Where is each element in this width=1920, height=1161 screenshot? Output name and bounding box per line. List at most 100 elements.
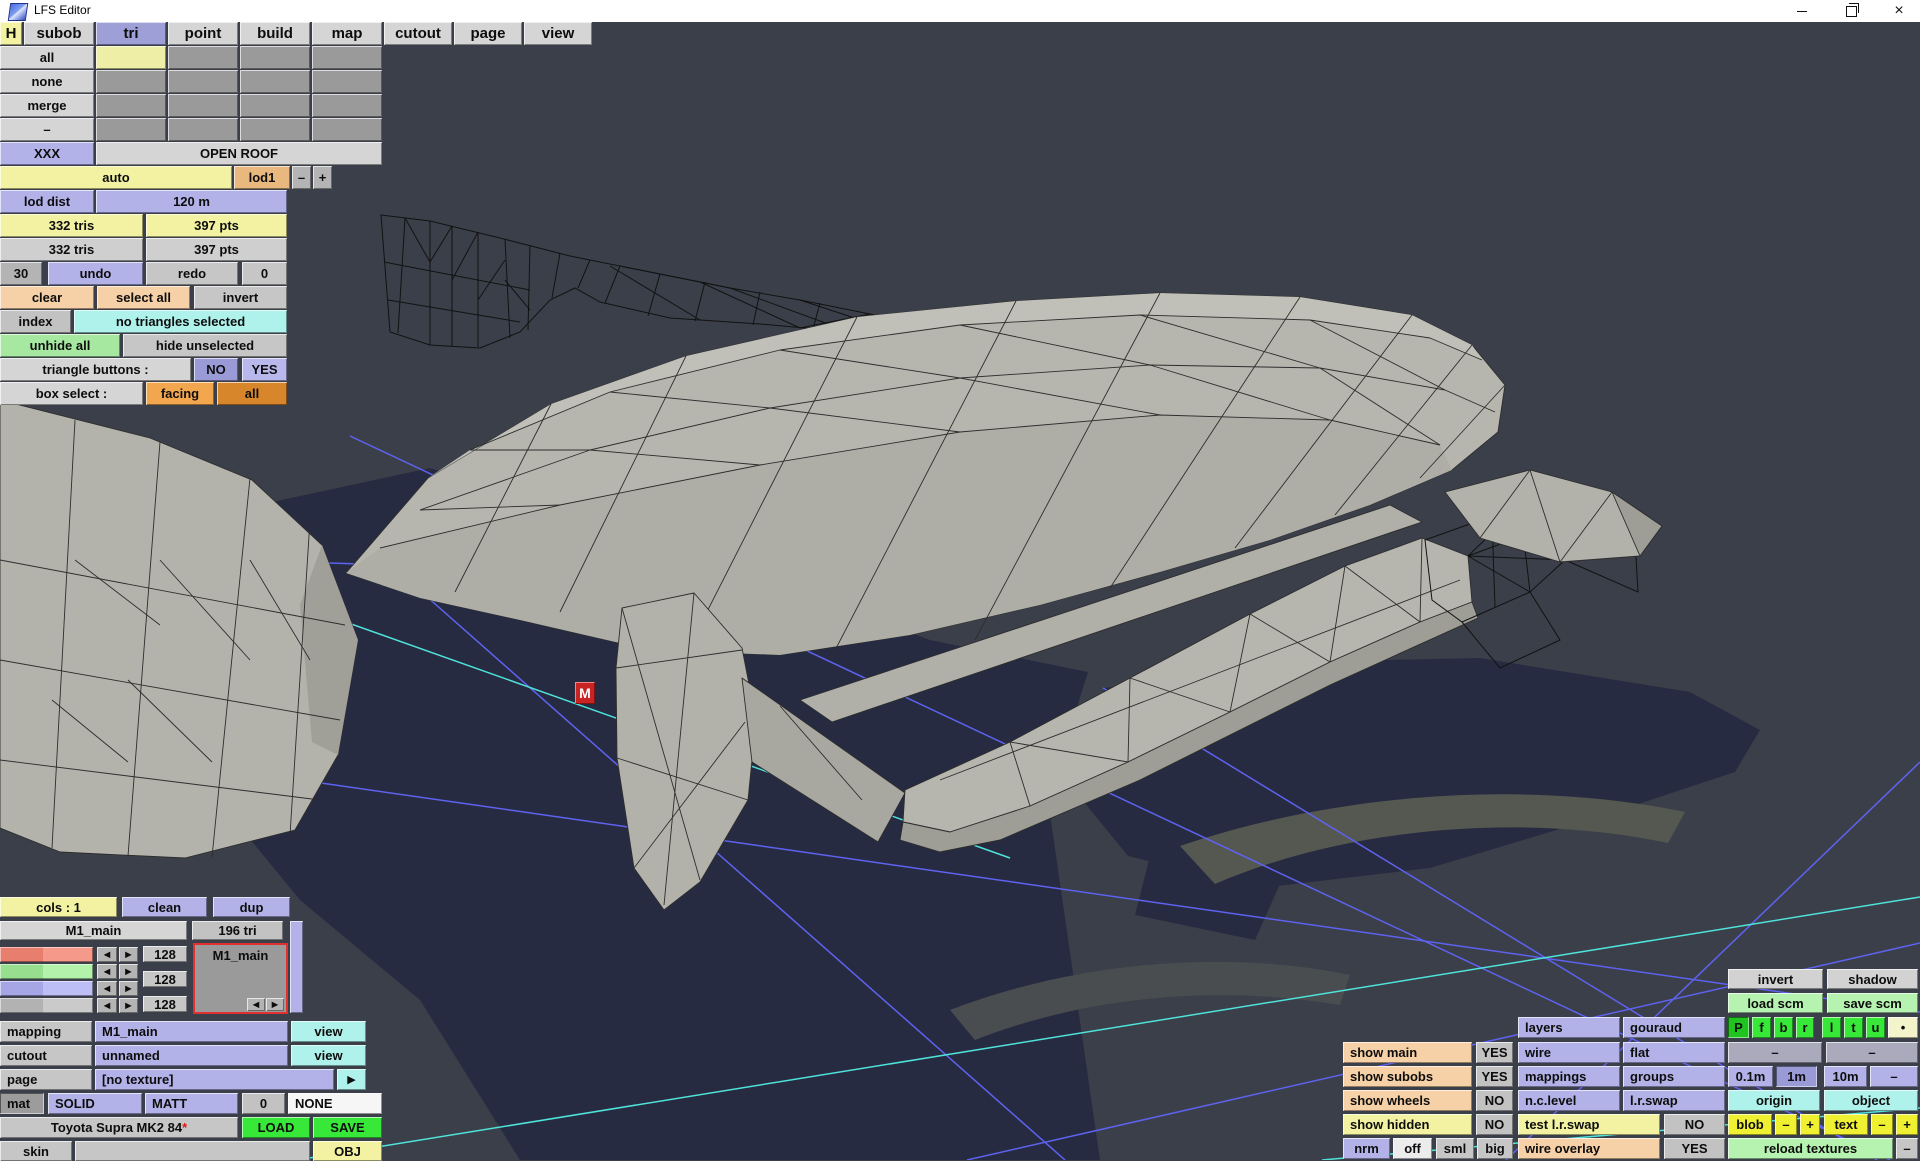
- nrm-sml-button[interactable]: sml: [1436, 1138, 1474, 1159]
- subob-grid-cell[interactable]: [96, 70, 166, 93]
- text-plus-button[interactable]: +: [1896, 1114, 1918, 1135]
- blob-button[interactable]: blob: [1728, 1114, 1772, 1135]
- material-prev-arrow[interactable]: ◄: [247, 998, 265, 1011]
- cutout-view-button[interactable]: view: [291, 1045, 366, 1066]
- subob-grid-cell[interactable]: [240, 118, 310, 141]
- tab-map[interactable]: map: [312, 22, 382, 45]
- mat-solid-button[interactable]: SOLID: [48, 1093, 142, 1114]
- subob-grid-cell[interactable]: [312, 118, 382, 141]
- object-button[interactable]: object: [1824, 1090, 1918, 1111]
- clean-button[interactable]: clean: [122, 897, 207, 917]
- row-all-button[interactable]: all: [0, 46, 94, 69]
- skin-value[interactable]: [75, 1141, 310, 1161]
- blob-plus-button[interactable]: +: [1800, 1114, 1820, 1135]
- mapping-value[interactable]: M1_main: [95, 1021, 288, 1042]
- box-select-all[interactable]: all: [217, 382, 287, 405]
- save-scm-button[interactable]: save scm: [1827, 993, 1918, 1013]
- select-all-button[interactable]: select all: [97, 286, 190, 309]
- brightness-decrement-arrow[interactable]: ◄: [97, 998, 117, 1013]
- test-lr-swap-state[interactable]: NO: [1664, 1114, 1725, 1135]
- blue-slider[interactable]: [0, 981, 93, 996]
- tab-point[interactable]: point: [168, 22, 238, 45]
- scale-dash-button[interactable]: –: [1870, 1066, 1918, 1087]
- lod-minus-button[interactable]: –: [292, 166, 311, 189]
- triangle-buttons-no[interactable]: NO: [194, 358, 238, 381]
- car-name-button[interactable]: Toyota Supra MK2 84*: [0, 1117, 238, 1138]
- page-arrow-button[interactable]: ▶: [337, 1069, 366, 1090]
- shadow-button[interactable]: shadow: [1827, 969, 1918, 989]
- lr-swap-button[interactable]: l.r.swap: [1623, 1090, 1725, 1111]
- subob-grid-cell[interactable]: [168, 94, 238, 117]
- material-next-arrow[interactable]: ►: [266, 998, 284, 1011]
- nc-level-button[interactable]: n.c.level: [1518, 1090, 1620, 1111]
- subob-grid-cell[interactable]: [96, 94, 166, 117]
- material-preview[interactable]: M1_main ◄ ►: [193, 943, 288, 1014]
- test-lr-swap-button[interactable]: test l.r.swap: [1518, 1114, 1660, 1135]
- channel-P-button[interactable]: P: [1728, 1017, 1749, 1038]
- show-hidden-label[interactable]: show hidden: [1343, 1114, 1472, 1135]
- tab-h[interactable]: H: [0, 22, 22, 45]
- mapping-view-button[interactable]: view: [291, 1021, 366, 1042]
- mappings-button[interactable]: mappings: [1518, 1066, 1620, 1087]
- cutout-value[interactable]: unnamed: [95, 1045, 288, 1066]
- scale-0-1m-button[interactable]: 0.1m: [1728, 1066, 1773, 1087]
- subob-grid-cell[interactable]: [96, 118, 166, 141]
- mat-none-button[interactable]: NONE: [288, 1093, 382, 1114]
- load-scm-button[interactable]: load scm: [1728, 993, 1823, 1013]
- channel-t-button[interactable]: t: [1844, 1017, 1863, 1038]
- nrm-off-button[interactable]: off: [1393, 1138, 1432, 1159]
- tab-tri[interactable]: tri: [96, 22, 166, 45]
- mat-zero-button[interactable]: 0: [242, 1093, 285, 1114]
- channel-u-button[interactable]: u: [1866, 1017, 1885, 1038]
- subob-grid-cell[interactable]: [312, 94, 382, 117]
- invert-selection-button[interactable]: invert: [194, 286, 287, 309]
- triangle-buttons-yes[interactable]: YES: [242, 358, 287, 381]
- lod-dist-value[interactable]: 120 m: [96, 190, 287, 213]
- selection-marker[interactable]: M: [575, 682, 595, 704]
- wire-overlay-state[interactable]: YES: [1664, 1138, 1725, 1159]
- layers-button[interactable]: layers: [1518, 1017, 1620, 1038]
- redo-button[interactable]: redo: [146, 262, 238, 285]
- blue-decrement-arrow[interactable]: ◄: [97, 981, 117, 996]
- gouraud-button[interactable]: gouraud: [1623, 1017, 1725, 1038]
- lod1-button[interactable]: lod1: [234, 166, 290, 189]
- subob-grid-cell[interactable]: [240, 46, 310, 69]
- subob-grid-cell[interactable]: [168, 118, 238, 141]
- minimize-button[interactable]: [1787, 0, 1817, 22]
- reload-textures-button[interactable]: reload textures: [1728, 1138, 1893, 1159]
- subobject-name-button[interactable]: OPEN ROOF: [96, 142, 382, 165]
- show-subobs-label[interactable]: show subobs: [1343, 1066, 1472, 1087]
- brightness-increment-arrow[interactable]: ►: [119, 998, 138, 1013]
- mat-label[interactable]: mat: [0, 1093, 44, 1114]
- channel-dot-button[interactable]: •: [1888, 1017, 1918, 1038]
- xxx-button[interactable]: XXX: [0, 142, 94, 165]
- restore-button[interactable]: [1836, 0, 1866, 22]
- box-select-facing[interactable]: facing: [146, 382, 214, 405]
- groups-button[interactable]: groups: [1623, 1066, 1725, 1087]
- cols-button[interactable]: cols : 1: [0, 897, 117, 917]
- obj-button[interactable]: OBJ: [313, 1141, 382, 1161]
- subob-grid-cell[interactable]: [312, 70, 382, 93]
- lod-dist-label[interactable]: lod dist: [0, 190, 94, 213]
- reload-dash-button[interactable]: –: [1896, 1138, 1918, 1159]
- dup-button[interactable]: dup: [213, 897, 290, 917]
- tab-view[interactable]: view: [524, 22, 592, 45]
- blue-increment-arrow[interactable]: ►: [119, 981, 138, 996]
- subob-grid-cell[interactable]: [168, 46, 238, 69]
- index-button[interactable]: index: [0, 310, 71, 333]
- scale-10m-button[interactable]: 10m: [1824, 1066, 1867, 1087]
- nrm-label[interactable]: nrm: [1343, 1138, 1390, 1159]
- mapping-label[interactable]: mapping: [0, 1021, 92, 1042]
- auto-button[interactable]: auto: [0, 166, 232, 189]
- red-increment-arrow[interactable]: ►: [119, 947, 138, 962]
- tab-page[interactable]: page: [454, 22, 522, 45]
- load-button[interactable]: LOAD: [242, 1117, 310, 1138]
- show-wheels-label[interactable]: show wheels: [1343, 1090, 1472, 1111]
- tab-build[interactable]: build: [240, 22, 310, 45]
- subob-grid-cell[interactable]: [168, 70, 238, 93]
- mat-matt-button[interactable]: MATT: [145, 1093, 238, 1114]
- red-slider[interactable]: [0, 947, 93, 962]
- lod-plus-button[interactable]: +: [313, 166, 332, 189]
- dash-button[interactable]: –: [1728, 1042, 1822, 1063]
- material-scroll-strip[interactable]: [290, 921, 303, 1013]
